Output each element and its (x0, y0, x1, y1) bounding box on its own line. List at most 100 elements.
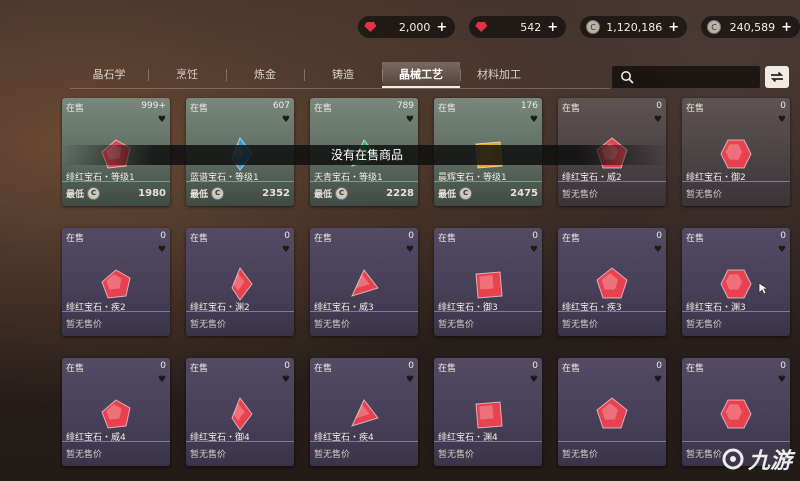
no-price-label: 暂无售价 (66, 319, 103, 330)
no-price-label: 暂无售价 (686, 189, 723, 200)
currency-ruby-1: 2,000 + (358, 16, 456, 38)
stock-count: 0 (160, 231, 166, 241)
currency-ruby-2: 542 + (469, 16, 567, 38)
favorite-heart-icon[interactable]: ♥ (282, 375, 290, 385)
divider (186, 181, 294, 182)
price-row: 暂无售价 (562, 314, 662, 332)
divider (186, 441, 294, 442)
sale-status: 在售 (66, 104, 85, 114)
favorite-heart-icon[interactable]: ♥ (530, 115, 538, 125)
sale-status: 在售 (562, 234, 581, 244)
stock-count: 0 (284, 361, 290, 371)
no-price-label: 暂无售价 (438, 319, 475, 330)
stock-count: 0 (408, 361, 414, 371)
price-row: 暂无售价 (66, 314, 166, 332)
stock-count: 607 (272, 101, 290, 111)
stock-count: 0 (532, 231, 538, 241)
favorite-heart-icon[interactable]: ♥ (406, 115, 414, 125)
price-row: 暂无售价 (314, 314, 414, 332)
item-card[interactable]: 在售 0 ♥ 绯红宝石・御2 暂无售价 (682, 98, 790, 206)
item-price: 1980 (138, 187, 166, 199)
sale-status: 在售 (190, 104, 209, 114)
favorite-heart-icon[interactable]: ♥ (530, 245, 538, 255)
favorite-heart-icon[interactable]: ♥ (158, 245, 166, 255)
search-input[interactable] (612, 66, 760, 88)
item-card[interactable]: 在售 0 ♥ 绯红宝石・疾3 暂无售价 (558, 228, 666, 336)
favorite-heart-icon[interactable]: ♥ (654, 115, 662, 125)
sale-status: 在售 (562, 364, 581, 374)
add-currency-button[interactable]: + (436, 20, 447, 35)
item-card[interactable]: 在售 0 ♥ 绯红宝石・御3 暂无售价 (434, 228, 542, 336)
add-currency-button[interactable]: + (547, 20, 558, 35)
sale-status: 在售 (438, 364, 457, 374)
card-header: 在售 0 (562, 101, 662, 114)
no-items-banner: 没有在售商品 (62, 145, 672, 165)
stock-count: 0 (408, 231, 414, 241)
currency-coin-2: C 240,589 + (701, 16, 800, 38)
stock-count: 0 (656, 101, 662, 111)
add-currency-button[interactable]: + (781, 20, 792, 35)
favorite-heart-icon[interactable]: ♥ (778, 115, 786, 125)
divider (682, 441, 790, 442)
favorite-heart-icon[interactable]: ♥ (778, 375, 786, 385)
ruby-gem-icon (475, 271, 503, 299)
brand-logo-icon (722, 448, 744, 470)
favorite-heart-icon[interactable]: ♥ (654, 245, 662, 255)
item-card[interactable]: 在售 0 ♥ 绯红宝石・渊3 暂无售价 (682, 228, 790, 336)
refresh-icon (770, 71, 784, 83)
silver-coin-icon: C (211, 186, 225, 200)
divider (434, 441, 542, 442)
card-header: 在售 0 (190, 361, 290, 374)
card-header: 在售 0 (686, 361, 786, 374)
sale-status: 在售 (686, 364, 705, 374)
favorite-heart-icon[interactable]: ♥ (654, 375, 662, 385)
favorite-heart-icon[interactable]: ♥ (406, 245, 414, 255)
sale-status: 在售 (686, 104, 705, 114)
card-header: 在售 0 (562, 361, 662, 374)
divider (310, 311, 418, 312)
tab-cooking[interactable]: 烹饪 (148, 62, 226, 88)
item-card[interactable]: 在售 0 ♥ 绯红宝石・威3 暂无售价 (310, 228, 418, 336)
item-card[interactable]: 在售 0 ♥ 绯红宝石・御4 暂无售价 (186, 358, 294, 466)
price-row: 最低 C 2228 (314, 184, 414, 202)
tab-alchemy[interactable]: 炼金 (226, 62, 304, 88)
divider (62, 181, 170, 182)
item-card[interactable]: 在售 0 ♥ 暂无售价 (558, 358, 666, 466)
favorite-heart-icon[interactable]: ♥ (158, 115, 166, 125)
no-price-label: 暂无售价 (562, 449, 599, 460)
card-header: 在售 0 (314, 361, 414, 374)
favorite-heart-icon[interactable]: ♥ (282, 115, 290, 125)
no-price-label: 暂无售价 (686, 449, 723, 460)
price-row: 暂无售价 (562, 444, 662, 462)
stock-count: 176 (520, 101, 538, 111)
tab-crystal[interactable]: 晶石学 (70, 62, 148, 88)
favorite-heart-icon[interactable]: ♥ (282, 245, 290, 255)
item-card[interactable]: 在售 0 ♥ 绯红宝石・威4 暂无售价 (62, 358, 170, 466)
item-card[interactable]: 在售 0 ♥ 绯红宝石・渊4 暂无售价 (434, 358, 542, 466)
item-card[interactable]: 在售 0 ♥ 绯红宝石・渊2 暂无售价 (186, 228, 294, 336)
favorite-heart-icon[interactable]: ♥ (530, 375, 538, 385)
add-currency-button[interactable]: + (668, 20, 679, 35)
stock-count: 789 (396, 101, 414, 111)
sale-status: 在售 (686, 234, 705, 244)
watermark-text: 九游 (747, 449, 792, 474)
favorite-heart-icon[interactable]: ♥ (158, 375, 166, 385)
stock-count: 0 (532, 361, 538, 371)
divider (682, 311, 790, 312)
tab-forging[interactable]: 铸造 (304, 62, 382, 88)
favorite-heart-icon[interactable]: ♥ (778, 245, 786, 255)
tab-crystal-mechanics[interactable]: 晶械工艺 (382, 62, 460, 88)
card-header: 在售 0 (314, 231, 414, 244)
item-card[interactable]: 在售 0 ♥ 绯红宝石・疾4 暂无售价 (310, 358, 418, 466)
item-price: 2475 (510, 187, 538, 199)
item-card[interactable]: 在售 0 ♥ 绯红宝石・疾2 暂无售价 (62, 228, 170, 336)
ruby-gem-icon (720, 139, 752, 169)
currency-value: 240,589 (729, 20, 776, 34)
favorite-heart-icon[interactable]: ♥ (406, 375, 414, 385)
tab-material-processing[interactable]: 材料加工 (460, 62, 538, 88)
refresh-button[interactable] (765, 66, 789, 88)
silver-coin-icon: C (707, 20, 722, 34)
divider (62, 311, 170, 312)
divider (310, 181, 418, 182)
no-price-label: 暂无售价 (314, 449, 351, 460)
